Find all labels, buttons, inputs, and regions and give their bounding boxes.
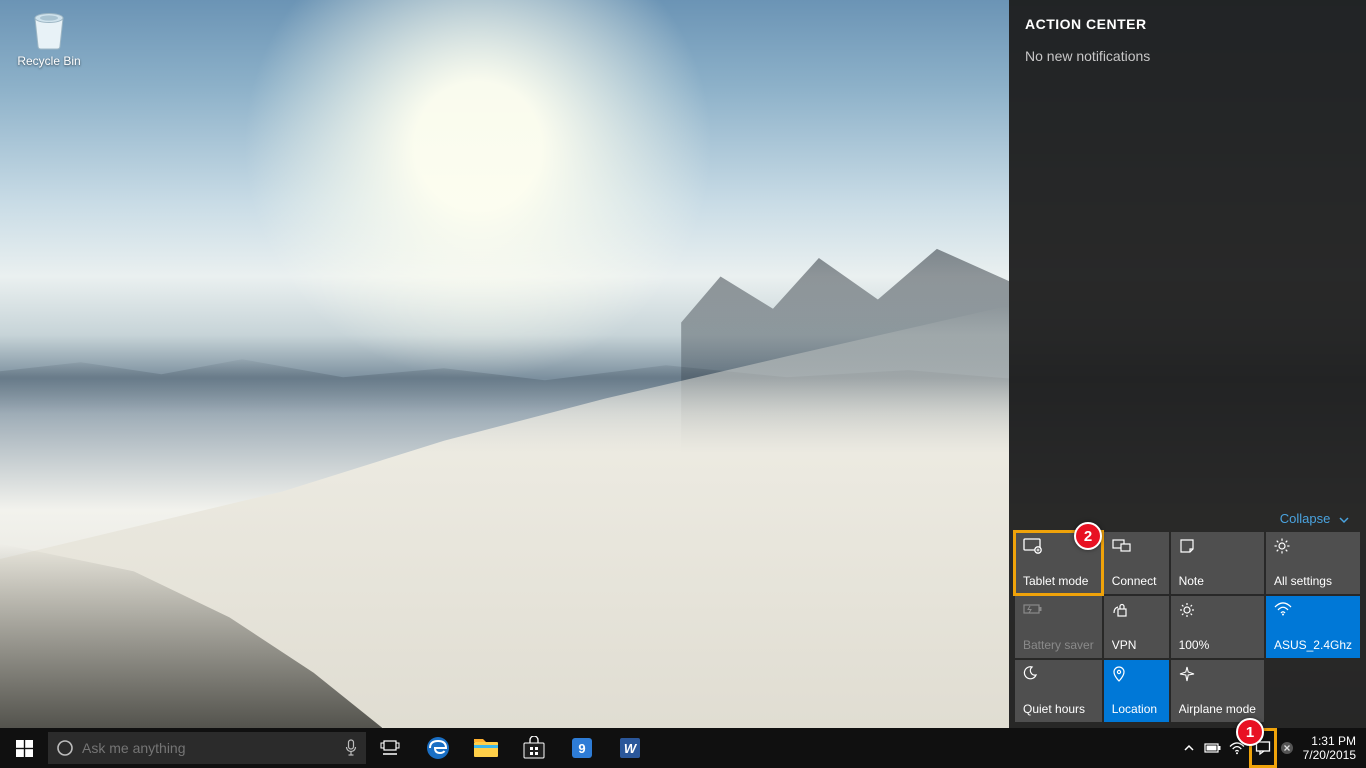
desktop-icon-recycle-bin[interactable]: Recycle Bin [12,6,86,68]
windows-logo-icon [16,740,33,757]
microphone-icon[interactable] [336,739,366,757]
annotation-badge-2: 2 [1074,522,1102,550]
annotation-badge-1: 1 [1236,718,1264,746]
taskbar: 9 W 1:31 PM 7/20/2015 [0,728,1366,768]
search-box[interactable] [48,732,366,764]
start-button[interactable] [0,728,48,768]
note-icon [1179,538,1256,556]
tile-label: Location [1112,702,1161,716]
tile-label: Airplane mode [1179,702,1256,716]
tile-label: All settings [1274,574,1352,588]
tile-vpn[interactable]: VPN [1104,596,1169,658]
task-view-button[interactable] [366,728,414,768]
taskbar-app-store[interactable] [510,728,558,768]
tile-label: Quiet hours [1023,702,1094,716]
tile-wifi[interactable]: ASUS_2.4Ghz [1266,596,1360,658]
tile-quiet-hours[interactable]: Quiet hours [1015,660,1102,722]
desktop-icon-label: Recycle Bin [12,54,86,68]
action-center-panel: ACTION CENTER No new notifications Colla… [1009,0,1366,728]
settings-icon [1274,538,1352,556]
word-icon: W [618,736,642,760]
tile-label: Battery saver [1023,638,1094,652]
moon-icon [1023,666,1094,684]
chevron-down-icon [1338,514,1350,526]
tile-label: Connect [1112,574,1161,588]
tile-all-settings[interactable]: All settings [1266,532,1360,594]
system-tray: 1:31 PM 7/20/2015 [1177,728,1366,768]
taskbar-app-generic-blue[interactable]: 9 [558,728,606,768]
taskbar-app-file-explorer[interactable] [462,728,510,768]
chevron-up-icon [1183,742,1195,754]
tile-label: VPN [1112,638,1161,652]
clock-date: 7/20/2015 [1303,748,1356,762]
app-icon: 9 [570,736,594,760]
edge-icon [425,735,451,761]
tile-label: Tablet mode [1023,574,1094,588]
clock-time: 1:31 PM [1303,734,1356,748]
collapse-label: Collapse [1280,511,1331,526]
action-center-status: No new notifications [1009,40,1366,72]
tray-overflow-button[interactable] [1177,728,1201,768]
svg-text:9: 9 [578,741,585,756]
collapse-button[interactable]: Collapse [1009,505,1366,532]
connect-icon [1112,538,1161,556]
tile-note[interactable]: Note [1171,532,1264,594]
tile-airplane-mode[interactable]: Airplane mode [1171,660,1264,722]
tile-brightness[interactable]: 100% [1171,596,1264,658]
folder-icon [473,737,499,759]
search-input[interactable] [82,732,336,764]
action-center-title: ACTION CENTER [1009,0,1366,40]
vpn-icon [1112,602,1161,620]
svg-text:W: W [624,741,638,756]
tile-label: Note [1179,574,1256,588]
recycle-bin-icon [26,6,72,52]
task-view-icon [380,740,400,756]
airplane-icon [1179,666,1256,684]
battery-icon [1204,742,1222,754]
store-icon [522,736,546,760]
tile-location[interactable]: Location [1104,660,1169,722]
quick-action-tiles: Tablet mode Connect Note All settings Ba [1009,532,1366,728]
taskbar-clock[interactable]: 1:31 PM 7/20/2015 [1297,734,1366,762]
close-circle-icon [1280,741,1294,755]
location-icon [1112,666,1161,684]
tile-label: ASUS_2.4Ghz [1274,638,1352,652]
cortana-icon [48,739,82,757]
wifi-icon [1274,602,1352,620]
tile-label: 100% [1179,638,1256,652]
taskbar-app-word[interactable]: W [606,728,654,768]
tray-battery[interactable] [1201,728,1225,768]
battery-icon [1023,602,1094,620]
tray-close-hint[interactable] [1277,728,1297,768]
tile-battery-saver[interactable]: Battery saver [1015,596,1102,658]
taskbar-app-edge[interactable] [414,728,462,768]
tile-connect[interactable]: Connect [1104,532,1169,594]
brightness-icon [1179,602,1256,620]
